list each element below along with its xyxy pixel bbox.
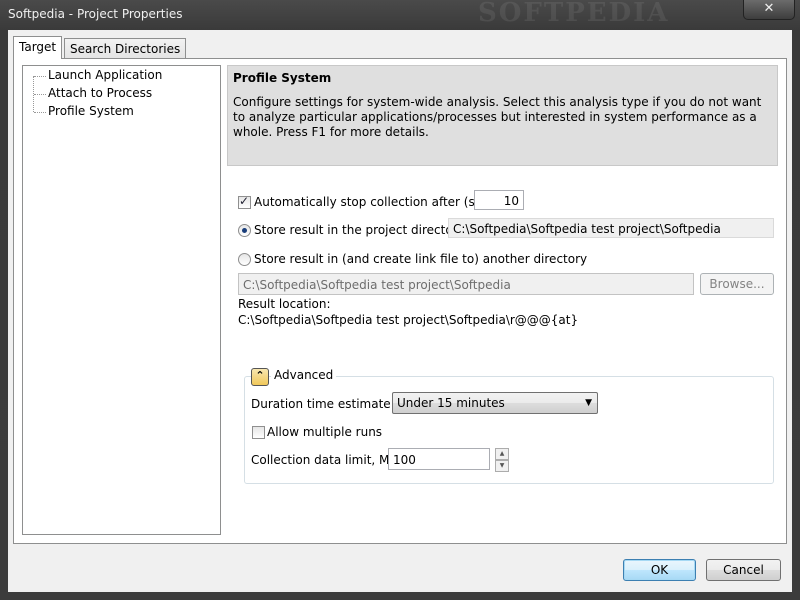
data-limit-spinner[interactable]: ▲ ▼: [495, 448, 509, 472]
auto-stop-checkbox[interactable]: [238, 194, 251, 209]
data-limit-label: Collection data limit, MB:: [251, 453, 402, 467]
auto-stop-label: Automatically stop collection after (sec…: [254, 195, 498, 209]
collapse-advanced-icon[interactable]: ⌃: [251, 368, 269, 386]
window-title: Softpedia - Project Properties: [8, 7, 183, 21]
duration-select[interactable]: Under 15 minutes ▼: [392, 392, 598, 414]
store-other-radio[interactable]: [238, 253, 251, 266]
other-directory-input[interactable]: C:\Softpedia\Softpedia test project\Soft…: [238, 273, 694, 295]
store-project-label: Store result in the project directory:: [254, 223, 468, 237]
tree-connector: [34, 94, 46, 95]
tree-connector: [34, 76, 46, 77]
spin-up-icon[interactable]: ▲: [495, 448, 509, 460]
panel-description: Configure settings for system-wide analy…: [233, 95, 762, 139]
project-directory-field: C:\Softpedia\Softpedia test project\Soft…: [448, 218, 774, 238]
chevron-down-icon: ▼: [585, 398, 592, 408]
project-properties-window: Softpedia - Project Properties SOFTPEDIA…: [0, 0, 800, 600]
browse-button[interactable]: Browse...: [700, 273, 774, 295]
allow-multiple-runs-checkbox[interactable]: [252, 426, 265, 439]
softpedia-watermark: SOFTPEDIA: [478, 0, 670, 28]
result-location-value: C:\Softpedia\Softpedia test project\Soft…: [238, 313, 579, 327]
panel-title: Profile System: [233, 71, 332, 85]
tree-item-attach-to-process[interactable]: Attach to Process: [48, 86, 152, 100]
profile-system-header: Profile System Configure settings for sy…: [227, 65, 778, 166]
tab-search-directories[interactable]: Search Directories: [64, 38, 187, 59]
dialog-client-area: Target Search Directories Launch Applica…: [8, 30, 792, 592]
cancel-button[interactable]: Cancel: [706, 559, 781, 581]
close-button[interactable]: ✕: [743, 0, 795, 20]
analysis-type-tree: Launch Application Attach to Process Pro…: [22, 65, 221, 535]
title-bar: Softpedia - Project Properties SOFTPEDIA…: [0, 0, 800, 30]
advanced-title: Advanced: [271, 368, 337, 382]
ok-button[interactable]: OK: [623, 559, 696, 581]
data-limit-input[interactable]: 100: [388, 448, 490, 470]
duration-label: Duration time estimate:: [251, 397, 395, 411]
duration-value: Under 15 minutes: [397, 396, 505, 410]
allow-multiple-runs-label: Allow multiple runs: [267, 425, 383, 439]
spin-down-icon[interactable]: ▼: [495, 460, 509, 472]
store-other-label: Store result in (and create link file to…: [254, 252, 588, 266]
auto-stop-seconds-input[interactable]: 10: [474, 190, 524, 210]
tree-connector: [34, 112, 46, 113]
tree-item-profile-system[interactable]: Profile System: [48, 104, 134, 118]
tab-target[interactable]: Target: [13, 36, 63, 59]
result-location-label: Result location:: [238, 297, 331, 311]
store-project-radio[interactable]: [238, 224, 251, 237]
tab-pane: Launch Application Attach to Process Pro…: [13, 58, 787, 544]
tree-item-launch-application[interactable]: Launch Application: [48, 68, 162, 82]
